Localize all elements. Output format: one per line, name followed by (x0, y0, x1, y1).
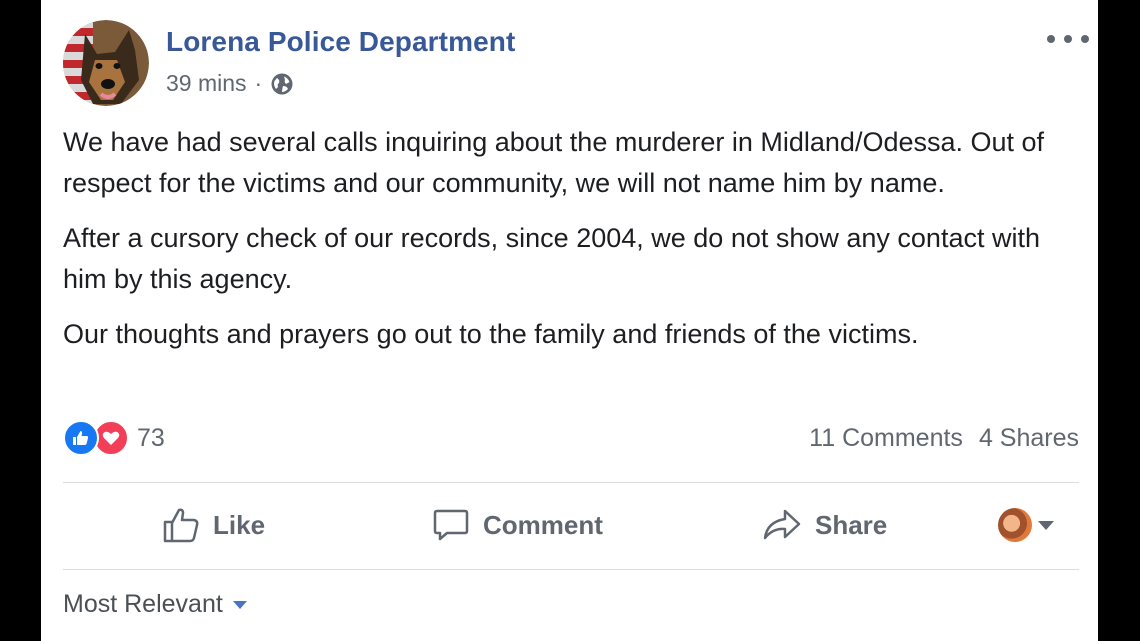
comments-count-link[interactable]: 11 Comments (809, 424, 963, 453)
dog-avatar-image (63, 20, 149, 106)
post-timestamp[interactable]: 39 mins (166, 70, 247, 97)
engagement-counts: 11 Comments 4 Shares (809, 424, 1079, 453)
post-paragraph: After a cursory check of our records, si… (63, 223, 1040, 294)
shares-count-link[interactable]: 4 Shares (979, 424, 1079, 453)
thumbs-up-icon (163, 508, 199, 543)
share-arrow-icon (763, 509, 801, 540)
share-label: Share (815, 509, 888, 540)
facebook-post-card: Lorena Police Department 39 mins · We ha… (41, 0, 1098, 641)
user-avatar-icon (998, 508, 1032, 542)
like-label: Like (213, 509, 266, 540)
globe-icon[interactable] (270, 72, 294, 96)
sort-label: Most Relevant (63, 590, 223, 618)
meta-separator: · (254, 70, 263, 96)
like-reaction-icon (63, 420, 99, 456)
comment-button[interactable]: Comment (431, 492, 603, 558)
reactions-summary[interactable]: 73 (63, 418, 165, 458)
reaction-count: 73 (137, 423, 165, 452)
page-avatar[interactable] (63, 20, 149, 106)
share-button[interactable]: Share (761, 492, 887, 558)
post-meta: 39 mins · (166, 70, 294, 97)
comment-bubble-icon (433, 509, 469, 541)
more-options-icon[interactable] (1047, 26, 1089, 52)
chevron-down-icon (232, 600, 247, 609)
comment-sort-dropdown[interactable]: Most Relevant (63, 590, 247, 619)
post-as-selector[interactable] (998, 492, 1054, 558)
like-button[interactable]: Like (161, 492, 265, 558)
comment-label: Comment (483, 509, 603, 540)
page-name-link[interactable]: Lorena Police Department (166, 26, 515, 58)
post-body: We have had several calls inquiring abou… (63, 122, 1073, 369)
post-actions-bar: Like Comment Share (41, 492, 1098, 558)
chevron-down-icon (1038, 520, 1054, 530)
divider (63, 482, 1079, 483)
post-paragraph: We have had several calls inquiring abou… (63, 127, 1045, 198)
divider (63, 569, 1079, 570)
post-paragraph: Our thoughts and prayers go out to the f… (63, 319, 919, 349)
